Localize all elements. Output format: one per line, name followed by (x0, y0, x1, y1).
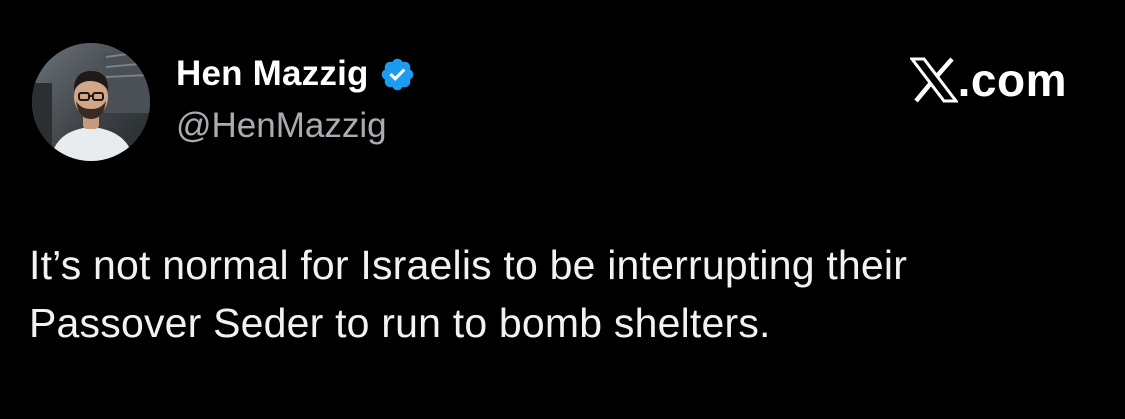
author-block: Hen Mazzig @HenMazzig (176, 52, 416, 148)
display-name[interactable]: Hen Mazzig (176, 52, 369, 96)
brand-domain: .com (957, 54, 1067, 106)
x-logo-icon (908, 57, 959, 103)
user-handle[interactable]: @HenMazzig (176, 104, 416, 148)
tweet-text-line: Passover Seder to run to bomb shelters. (29, 300, 771, 346)
name-row: Hen Mazzig (176, 52, 416, 96)
avatar-photo-icon (32, 43, 150, 161)
brand-watermark: .com (908, 52, 1067, 108)
tweet-text-line: It’s not normal for Israelis to be inter… (29, 242, 908, 288)
tweet-card: Hen Mazzig @HenMazzig .com It’s not norm… (0, 0, 1125, 419)
tweet-text: It’s not normal for Israelis to be inter… (29, 236, 1089, 352)
avatar[interactable] (32, 43, 150, 161)
verified-badge-icon (379, 56, 416, 93)
